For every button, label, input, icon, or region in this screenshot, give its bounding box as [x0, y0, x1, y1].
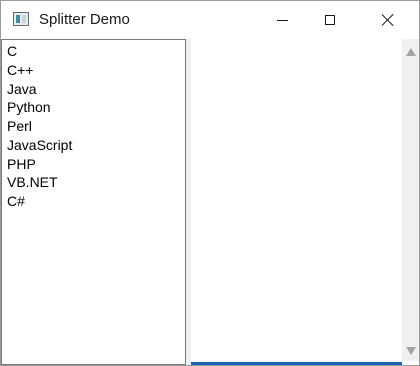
minimize-icon: [276, 19, 288, 21]
focus-indicator: [191, 362, 402, 365]
scroll-down-arrow-icon[interactable]: [406, 347, 416, 355]
title-bar[interactable]: Splitter Demo: [1, 1, 419, 39]
list-item[interactable]: Perl: [7, 117, 185, 136]
language-list[interactable]: C C++ Java Python Perl JavaScript PHP VB…: [2, 40, 185, 211]
list-item[interactable]: Java: [7, 80, 185, 99]
main-window: Splitter Demo C C++ Java Python Perl Jav…: [0, 0, 420, 366]
list-item[interactable]: JavaScript: [7, 136, 185, 155]
list-item[interactable]: VB.NET: [7, 173, 185, 192]
window-title: Splitter Demo: [39, 11, 130, 28]
vertical-scrollbar[interactable]: [402, 39, 419, 361]
app-icon-left-pane: [16, 15, 20, 23]
list-item[interactable]: C++: [7, 61, 185, 80]
close-button[interactable]: [365, 1, 411, 39]
list-item[interactable]: C: [7, 42, 185, 61]
minimize-button[interactable]: [259, 1, 305, 39]
list-item[interactable]: C#: [7, 192, 185, 211]
list-item[interactable]: PHP: [7, 155, 185, 174]
scroll-up-arrow-icon[interactable]: [406, 48, 416, 56]
maximize-icon: [325, 15, 335, 25]
app-icon: [13, 12, 29, 26]
close-icon: [381, 13, 395, 27]
text-edit-pane[interactable]: [191, 39, 419, 365]
maximize-button[interactable]: [307, 1, 353, 39]
language-list-pane[interactable]: C C++ Java Python Perl JavaScript PHP VB…: [1, 39, 186, 365]
app-icon-right-pane: [22, 15, 26, 23]
list-item[interactable]: Python: [7, 98, 185, 117]
